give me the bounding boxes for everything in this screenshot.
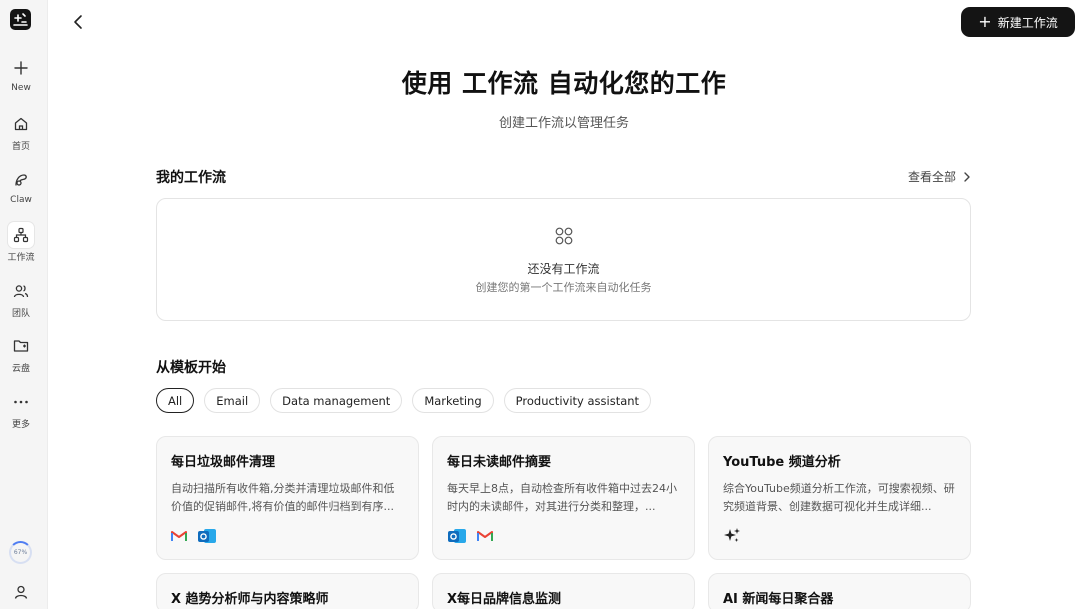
template-card-title: X每日品牌信息监测 xyxy=(447,592,562,607)
sidebar-item-claw[interactable]: Claw xyxy=(0,167,42,205)
gmail-icon xyxy=(477,531,493,541)
template-card-title: X 趋势分析师与内容策略师 xyxy=(171,592,329,607)
template-card[interactable]: YouTube 频道分析 综合YouTube频道分析工作流，可搜索视频、研究频道… xyxy=(708,436,971,560)
plus-icon xyxy=(8,55,34,81)
workflows-empty-state: 还没有工作流 创建您的第一个工作流来自动化任务 xyxy=(156,198,971,321)
template-card-title: 每日未读邮件摘要 xyxy=(447,455,552,470)
empty-state-subtitle: 创建您的第一个工作流来自动化任务 xyxy=(475,281,652,294)
filter-chip-marketing[interactable]: Marketing xyxy=(412,388,494,413)
claw-icon xyxy=(8,167,34,193)
view-all-label: 查看全部 xyxy=(908,170,957,184)
sidebar-item-home[interactable]: 首页 xyxy=(0,111,42,152)
template-card[interactable]: AI 新闻每日聚合器 xyxy=(708,573,971,609)
usage-indicator[interactable]: 67% xyxy=(9,541,32,564)
sidebar-item-label: Claw xyxy=(10,195,32,205)
outlook-icon xyxy=(448,529,466,543)
template-card-desc: 综合YouTube频道分析工作流，可搜索视频、研究频道背景、创建数据可视化并生成… xyxy=(723,482,955,513)
sidebar-item-cloud-drive[interactable]: 云盘 xyxy=(0,333,42,374)
sidebar-item-label: New xyxy=(11,83,31,93)
template-card-title: AI 新闻每日聚合器 xyxy=(723,592,834,607)
template-card-desc: 每天早上8点，自动检查所有收件箱中过去24小时内的未读邮件，对其进行分类和整理，… xyxy=(447,482,677,513)
app-logo[interactable] xyxy=(10,9,31,30)
template-filter-chips: All Email Data management Marketing Prod… xyxy=(156,388,652,413)
outlook-icon xyxy=(198,529,216,543)
templates-title: 从模板开始 xyxy=(156,360,226,376)
sidebar-item-workflow[interactable]: 工作流 xyxy=(0,222,42,263)
template-card[interactable]: X每日品牌信息监测 xyxy=(432,573,695,609)
cloud-drive-icon xyxy=(8,333,34,359)
logo-icon xyxy=(13,13,28,26)
workflow-icon xyxy=(8,222,34,248)
sidebar-item-label: 云盘 xyxy=(11,364,30,374)
new-workflow-button[interactable]: + 新建工作流 xyxy=(961,7,1075,37)
sidebar-item-label: 工作流 xyxy=(7,253,35,263)
empty-state-title: 还没有工作流 xyxy=(527,262,600,276)
template-card[interactable]: X 趋势分析师与内容策略师 xyxy=(156,573,419,609)
workflow-grid-icon xyxy=(555,227,573,245)
back-button[interactable] xyxy=(70,12,88,32)
template-card-title: YouTube 频道分析 xyxy=(723,455,841,470)
my-workflows-title: 我的工作流 xyxy=(156,170,226,186)
template-card-desc: 自动扫描所有收件箱,分类并清理垃圾邮件和低价值的促销邮件,将有价值的邮件归档到有… xyxy=(171,482,395,513)
filter-chip-all[interactable]: All xyxy=(156,388,195,413)
profile-button[interactable] xyxy=(13,584,29,604)
more-icon xyxy=(8,389,34,415)
template-card-title: 每日垃圾邮件清理 xyxy=(171,455,276,470)
sidebar-item-new[interactable]: New xyxy=(0,55,42,93)
template-card[interactable]: 每日垃圾邮件清理 自动扫描所有收件箱,分类并清理垃圾邮件和低价值的促销邮件,将有… xyxy=(156,436,419,560)
new-workflow-label: 新建工作流 xyxy=(997,15,1058,30)
filter-chip-productivity-assistant[interactable]: Productivity assistant xyxy=(503,388,652,413)
sidebar-item-label: 首页 xyxy=(11,142,30,152)
page-title: 使用 工作流 自动化您的工作 xyxy=(401,69,727,98)
page-subtitle: 创建工作流以管理任务 xyxy=(498,116,629,131)
home-icon xyxy=(8,111,34,137)
filter-chip-data-management[interactable]: Data management xyxy=(270,388,403,413)
team-icon xyxy=(8,278,34,304)
chevron-right-icon xyxy=(964,171,970,182)
gmail-icon xyxy=(171,531,187,541)
template-card[interactable]: 每日未读邮件摘要 每天早上8点，自动检查所有收件箱中过去24小时内的未读邮件，对… xyxy=(432,436,695,560)
plus-icon: + xyxy=(978,12,992,31)
sidebar-item-label: 团队 xyxy=(11,309,30,319)
sparkle-icon xyxy=(724,528,740,542)
filter-chip-email[interactable]: Email xyxy=(204,388,261,413)
view-all-link[interactable]: 查看全部 xyxy=(908,168,972,185)
sidebar: New 首页 Claw 工作流 团队 云盘 更多 67% xyxy=(0,0,48,609)
sidebar-item-more[interactable]: 更多 xyxy=(0,389,42,430)
chevron-left-icon xyxy=(74,15,82,29)
user-icon xyxy=(14,585,28,599)
sidebar-item-team[interactable]: 团队 xyxy=(0,278,42,319)
sidebar-item-label: 更多 xyxy=(11,420,30,430)
